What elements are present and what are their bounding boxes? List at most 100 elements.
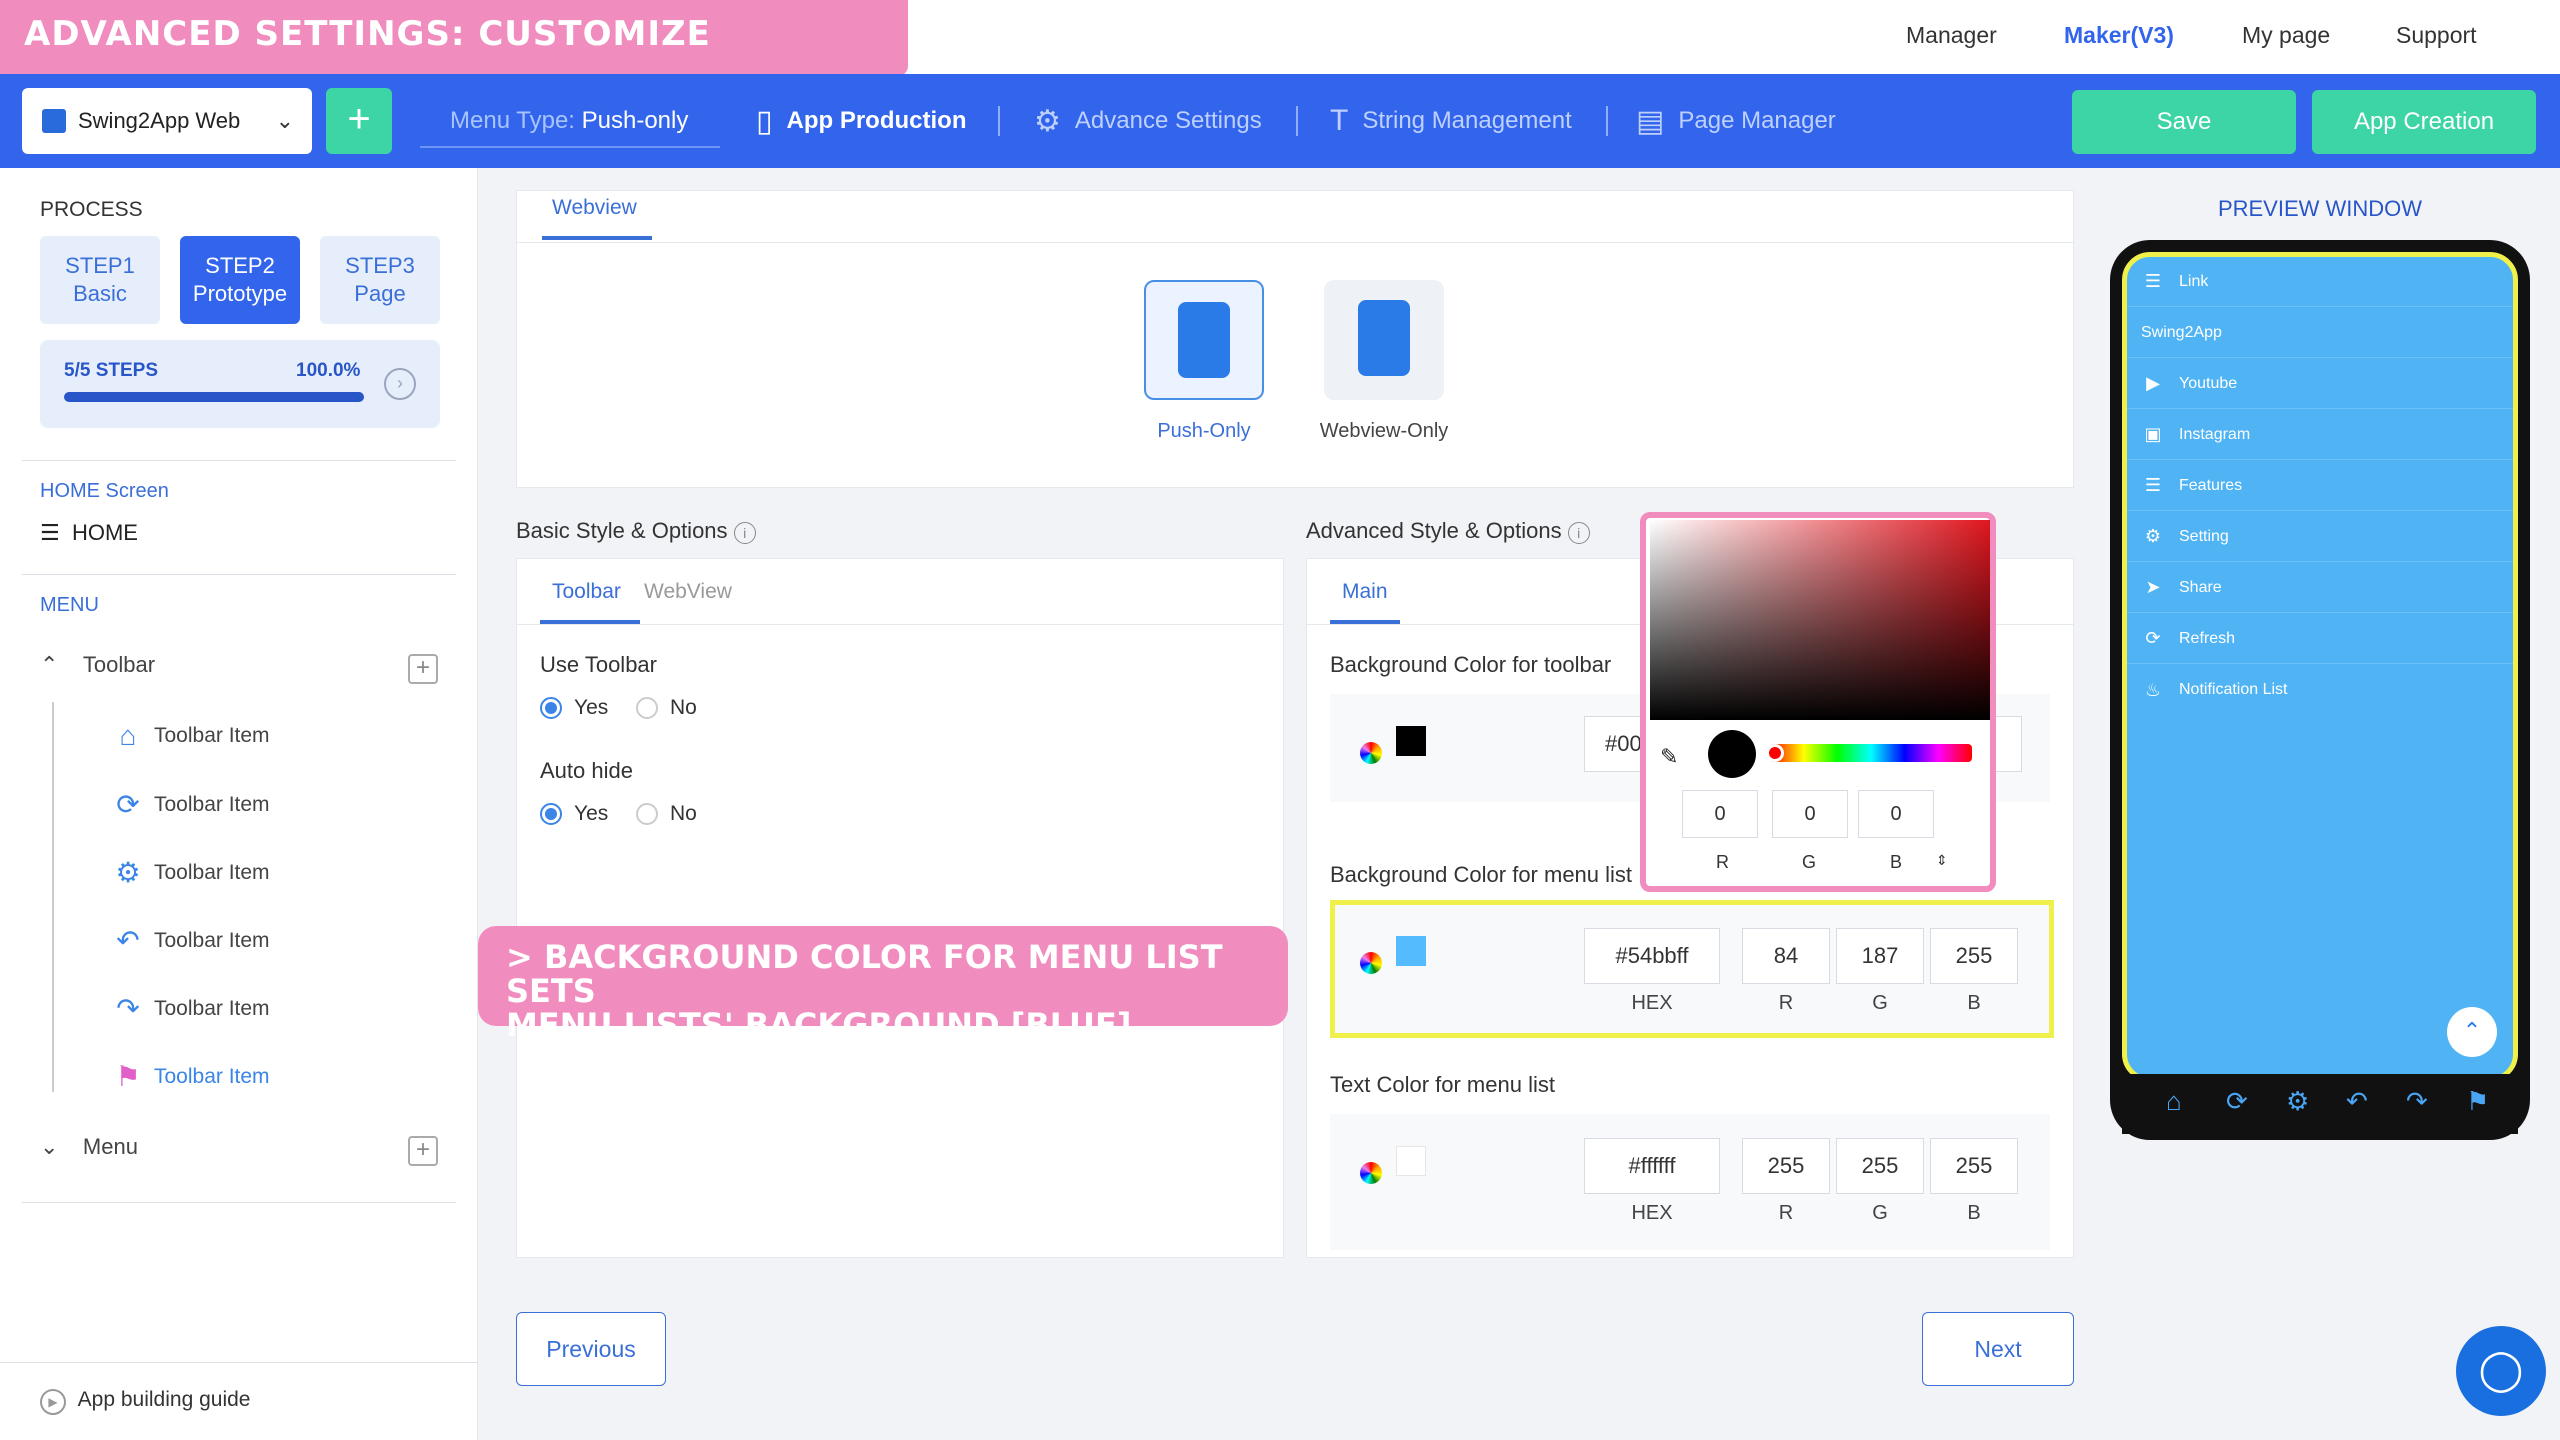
step3-button[interactable]: STEP3 Page — [320, 236, 440, 324]
save-button[interactable]: Save — [2072, 90, 2296, 154]
hue-slider-handle[interactable] — [1766, 744, 1784, 762]
hamburger-icon: ☰ — [40, 520, 60, 545]
toolbar-item[interactable]: ↷ Toolbar Item — [110, 992, 269, 1025]
nav-support[interactable]: Support — [2396, 22, 2477, 49]
tab-main[interactable]: Main — [1342, 580, 1388, 604]
bell-icon: ♨ — [2144, 679, 2162, 700]
hex-caption: HEX — [1631, 1202, 1673, 1224]
toolbar-item[interactable]: ⟳ Toolbar Item — [110, 788, 269, 821]
radio-label: Yes — [574, 802, 609, 825]
hex-caption: HEX — [1631, 992, 1673, 1014]
tab-string-management[interactable]: T String Management — [1330, 98, 1572, 144]
step3-label: STEP3 — [345, 253, 415, 278]
toolbar-color-swatch[interactable] — [1396, 726, 1426, 756]
tab-webview-basic[interactable]: WebView — [644, 580, 732, 604]
radio-label: No — [670, 802, 697, 825]
app-selector[interactable]: Swing2App Web ⌄ — [22, 88, 312, 154]
toolbar-item[interactable]: ↶ Toolbar Item — [110, 924, 269, 957]
radio-label: No — [670, 696, 697, 719]
back-arrow-icon: ↶ — [2346, 1086, 2368, 1116]
menu-type-panel — [516, 190, 2074, 488]
next-button[interactable]: Next — [1922, 1312, 2074, 1386]
picker-g-input[interactable]: 0 — [1772, 790, 1848, 838]
toolbar-item[interactable]: ⌂ Toolbar Item — [110, 720, 270, 752]
annotation-line: MENU LISTS' BACKGROUND [BLUE] — [506, 1006, 1132, 1044]
step2-button[interactable]: STEP2 Prototype — [180, 236, 300, 324]
step1-button[interactable]: STEP1 Basic — [40, 236, 160, 324]
add-menu-item-icon[interactable]: + — [408, 1136, 438, 1166]
menu-type-indicator[interactable]: Menu Type: Push-only — [420, 96, 720, 148]
preview-menu-item: ♨ Notification List — [2127, 665, 2513, 715]
previous-button[interactable]: Previous — [516, 1312, 666, 1386]
color-wheel-icon[interactable] — [1360, 952, 1382, 974]
b-caption: B — [1967, 992, 1981, 1014]
saturation-value-area[interactable] — [1650, 520, 1990, 720]
preview-item-label: Link — [2179, 272, 2209, 290]
push-phone-icon — [1178, 302, 1230, 378]
chevron-down-icon: ⌄ — [40, 1134, 59, 1159]
menu-type-label: Menu Type: — [450, 107, 575, 134]
bg-toolbar-label: Background Color for toolbar — [1330, 652, 1612, 677]
preview-menu-heading: Swing2App — [2127, 308, 2513, 358]
text-r-input[interactable]: 255 — [1742, 1138, 1830, 1194]
step1-label: STEP1 — [65, 253, 135, 278]
add-toolbar-item-icon[interactable]: + — [408, 654, 438, 684]
tab-advance-settings[interactable]: ⚙ Advance Settings — [1034, 98, 1262, 144]
picker-r-input[interactable]: 0 — [1682, 790, 1758, 838]
info-icon[interactable]: i — [1567, 522, 1590, 544]
advanced-style-title-text: Advanced Style & Options — [1306, 518, 1562, 543]
menu-hex-input[interactable]: #54bbff — [1584, 928, 1720, 984]
app-building-guide-link[interactable]: ▶ App building guide — [40, 1388, 250, 1415]
picker-b-input[interactable]: 0 — [1858, 790, 1934, 838]
hue-slider[interactable] — [1770, 744, 1972, 762]
menu-r-input[interactable]: 84 — [1742, 928, 1830, 984]
webview-only-option[interactable] — [1324, 280, 1444, 400]
eyedropper-icon[interactable]: ✎ — [1660, 744, 1678, 770]
toolbar-group[interactable]: ⌃ Toolbar — [40, 652, 155, 678]
menu-group[interactable]: ⌄ Menu — [40, 1134, 138, 1160]
nav-maker[interactable]: Maker(V3) — [2064, 22, 2174, 49]
format-toggle-icon[interactable]: ⇕ — [1936, 852, 1948, 869]
text-b-input[interactable]: 255 — [1930, 1138, 2018, 1194]
toolbar-item[interactable]: ⚙ Toolbar Item — [110, 856, 269, 889]
use-toolbar-no[interactable]: No — [636, 696, 697, 720]
tab-page-manager[interactable]: ▤ Page Manager — [1636, 98, 1836, 144]
scroll-top-icon[interactable]: ⌃ — [2447, 1007, 2497, 1057]
bookmark-icon: ⚑ — [2466, 1086, 2490, 1116]
preview-menu-item: ☰ Features — [2127, 461, 2513, 511]
gear-icon: ⚙ — [2144, 526, 2162, 546]
text-g-input[interactable]: 255 — [1836, 1138, 1924, 1194]
auto-hide-no[interactable]: No — [636, 802, 697, 826]
menu-g-input[interactable]: 187 — [1836, 928, 1924, 984]
auto-hide-yes[interactable]: Yes — [540, 802, 608, 826]
text-icon: T — [1330, 104, 1349, 137]
tab-toolbar[interactable]: Toolbar — [552, 580, 621, 604]
app-creation-button[interactable]: App Creation — [2312, 90, 2536, 154]
preview-menu-item: ➤ Share — [2127, 563, 2513, 613]
toolbar-item-selected[interactable]: ⚑ Toolbar Item — [110, 1060, 269, 1093]
menu-b-input[interactable]: 255 — [1930, 928, 2018, 984]
color-wheel-icon[interactable] — [1360, 1162, 1382, 1184]
info-icon[interactable]: i — [733, 522, 756, 544]
add-app-button[interactable]: + — [326, 88, 392, 154]
radio-label: Yes — [574, 696, 609, 719]
nav-manager[interactable]: Manager — [1906, 22, 1997, 49]
menu-group-label: Menu — [82, 1134, 138, 1159]
step1-sub: Basic — [73, 281, 127, 306]
tab-webview[interactable]: Webview — [552, 196, 637, 220]
menu-color-swatch[interactable] — [1396, 936, 1426, 966]
picker-g-caption: G — [1802, 852, 1817, 872]
push-only-option[interactable] — [1144, 280, 1264, 400]
home-item[interactable]: ☰ HOME — [40, 520, 138, 546]
nav-mypage[interactable]: My page — [2242, 22, 2330, 49]
text-hex-input[interactable]: #ffffff — [1584, 1138, 1720, 1194]
radio-checked — [540, 697, 562, 719]
chevron-right-icon[interactable]: › — [384, 368, 416, 400]
chat-icon[interactable]: ◯ — [2456, 1326, 2546, 1416]
tab-app-production[interactable]: ▯ App Production — [756, 98, 967, 144]
text-color-swatch[interactable] — [1396, 1146, 1426, 1176]
use-toolbar-yes[interactable]: Yes — [540, 696, 608, 720]
home-label: HOME — [71, 520, 138, 545]
color-wheel-icon[interactable] — [1360, 742, 1382, 764]
refresh-icon: ⟳ — [2145, 628, 2161, 648]
